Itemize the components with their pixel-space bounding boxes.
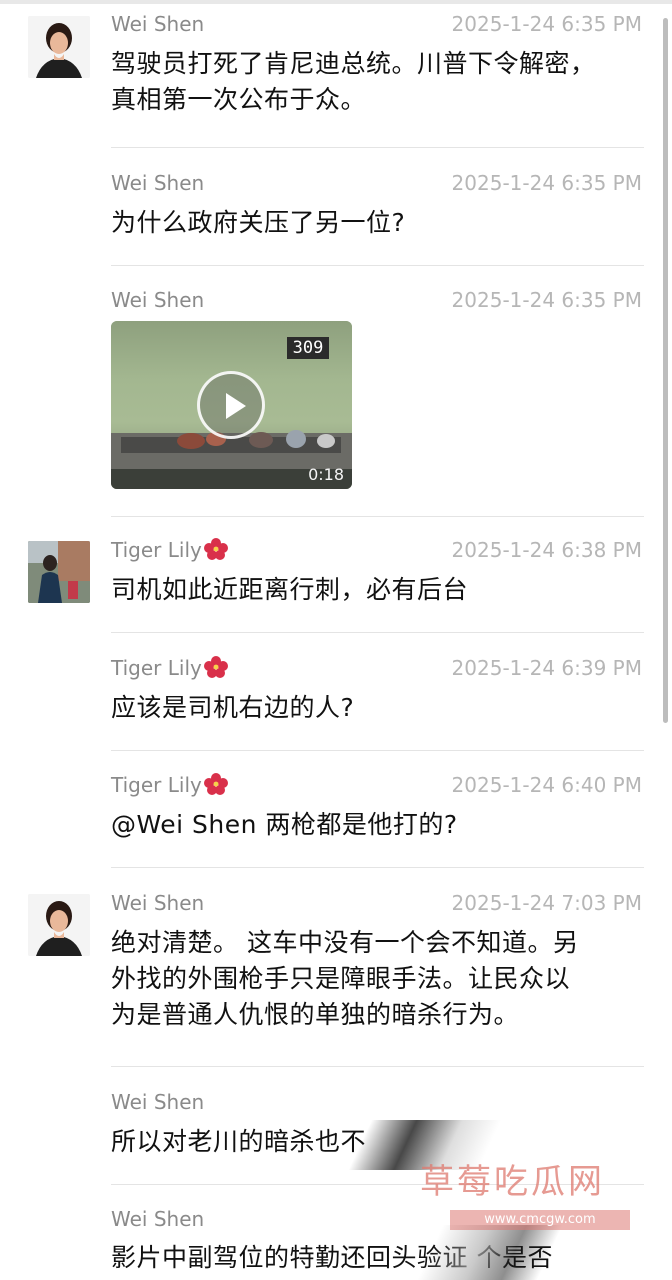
watermark-url: www.cmcgw.com	[450, 1210, 630, 1230]
watermark: 草莓吃瓜网 www.cmcgw.com	[420, 1160, 650, 1230]
timestamp: 2025-1-24 6:40 PM	[451, 773, 642, 797]
message-text: 绝对清楚。 这车中没有一个会不知道。另 外找的外围枪手只是障眼手法。让民众以 为…	[111, 928, 579, 1029]
avatar-wei-shen[interactable]	[28, 16, 90, 78]
divider	[111, 867, 644, 868]
avatar-wei-shen[interactable]	[28, 894, 90, 956]
video-frame-counter: 309	[287, 337, 329, 359]
timestamp: 2025-1-24 6:38 PM	[451, 538, 642, 562]
sender-name[interactable]: Wei Shen	[111, 1090, 204, 1114]
sender-name[interactable]: Wei Shen	[111, 1207, 204, 1231]
sender-name[interactable]: Tiger Lily	[111, 773, 228, 797]
hibiscus-emoji-icon	[203, 538, 228, 560]
message-text: 驾驶员打死了肯尼迪总统。川普下令解密， 真相第一次公布于众。	[111, 49, 596, 114]
timestamp: 2025-1-24 6:35 PM	[451, 12, 642, 36]
message-text: @Wei Shen 两枪都是他打的?	[111, 810, 458, 839]
top-bar	[0, 0, 672, 4]
divider	[111, 1066, 644, 1067]
sender-name[interactable]: Wei Shen	[111, 288, 204, 312]
divider	[111, 516, 644, 517]
hibiscus-emoji-icon	[203, 773, 228, 795]
sender-name[interactable]: Wei Shen	[111, 891, 204, 915]
sender-name[interactable]: Tiger Lily	[111, 656, 228, 680]
sender-name[interactable]: Wei Shen	[111, 171, 204, 195]
timestamp: 2025-1-24 6:35 PM	[451, 288, 642, 312]
redaction-smear	[417, 1225, 563, 1280]
divider	[111, 750, 644, 751]
hibiscus-emoji-icon	[203, 656, 228, 678]
timestamp: 2025-1-24 6:35 PM	[451, 171, 642, 195]
video-duration: 0:18	[308, 465, 344, 484]
timestamp: 2025-1-24 6:39 PM	[451, 656, 642, 680]
message-text: 司机如此近距离行刺，必有后台	[111, 575, 469, 604]
sender-name[interactable]: Tiger Lily	[111, 538, 228, 562]
watermark-title: 草莓吃瓜网	[420, 1162, 605, 1202]
divider	[111, 632, 644, 633]
sender-name[interactable]: Wei Shen	[111, 12, 204, 36]
divider	[111, 147, 644, 148]
message-text: 应该是司机右边的人?	[111, 693, 355, 722]
play-icon[interactable]	[197, 371, 265, 439]
timestamp: 2025-1-24 7:03 PM	[451, 891, 642, 915]
message-text: 影片中副驾位的特勤还回头验证 个是否	[111, 1243, 553, 1272]
scrollbar[interactable]	[663, 18, 668, 723]
avatar-tiger-lily[interactable]	[28, 541, 90, 603]
divider	[111, 265, 644, 266]
video-thumbnail[interactable]: 309 0:18	[111, 321, 352, 489]
message-text: 为什么政府关压了另一位?	[111, 208, 406, 237]
